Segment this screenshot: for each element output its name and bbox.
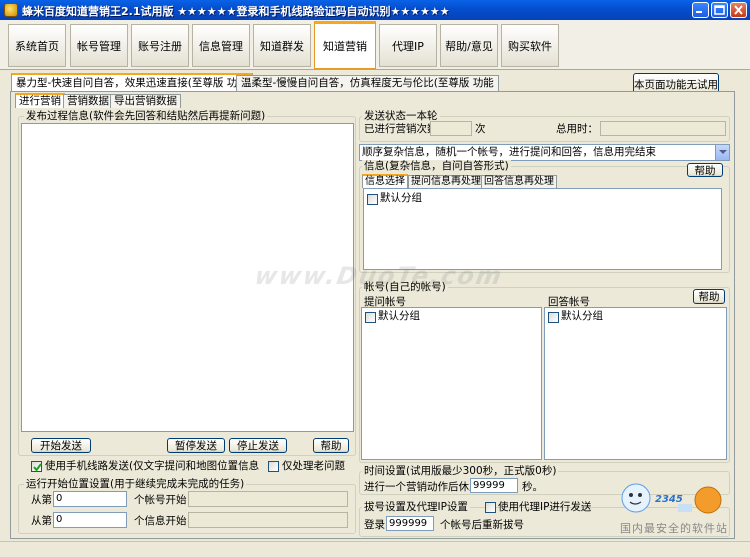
account-start-label: 个帐号开始 bbox=[134, 494, 187, 506]
tab-buy[interactable]: 购买软件 bbox=[501, 24, 559, 67]
main-tab-bar: 系统首页 帐号管理 账号注册 信息管理 知道群发 知道营销 代理IP 帮助/意见… bbox=[0, 20, 750, 70]
answer-default-group: 默认分组 bbox=[561, 310, 603, 322]
chevron-down-icon[interactable] bbox=[715, 145, 729, 160]
info-group-label: 信息(复杂信息，自问自答形式) bbox=[362, 160, 511, 172]
time-group-label: 时间设置(试用版最少300秒，正式版0秒) bbox=[362, 465, 559, 477]
left-help-button[interactable]: 帮助 bbox=[313, 438, 349, 453]
account-start-display bbox=[188, 491, 348, 507]
status-bar bbox=[0, 541, 750, 557]
info-default-checkbox[interactable] bbox=[367, 194, 378, 205]
tab-account-manage[interactable]: 帐号管理 bbox=[70, 24, 128, 67]
stop-send-button[interactable]: 停止发送 bbox=[229, 438, 287, 453]
count-unit-label: 次 bbox=[475, 123, 486, 135]
publish-process-label: 发布过程信息(软件会先回答和结贴然后再提新问题) bbox=[24, 110, 268, 122]
bottom-watermark: 国内最安全的软件站 bbox=[620, 522, 728, 535]
use-proxy-label: 使用代理IP进行发送 bbox=[498, 501, 592, 513]
ask-account-list[interactable]: 默认分组 bbox=[361, 307, 542, 460]
rest-time-label: 进行一个营销动作后休息 bbox=[364, 481, 480, 493]
start-account-input[interactable]: 0 bbox=[53, 491, 127, 507]
tab-mass-send[interactable]: 知道群发 bbox=[253, 24, 311, 67]
redial-suffix-label: 个帐号后重新拔号 bbox=[440, 519, 524, 531]
mode-select-value: 顺序复杂信息，随机一个帐号，进行提问和回答，信息用完结束 bbox=[362, 146, 656, 158]
tab-home[interactable]: 系统首页 bbox=[8, 24, 66, 67]
minimize-button[interactable] bbox=[692, 2, 709, 18]
answer-default-checkbox[interactable] bbox=[548, 312, 559, 323]
logo-text: 2345 bbox=[655, 494, 683, 505]
redial-count-input[interactable]: 999999 bbox=[386, 516, 434, 531]
rest-time-unit: 秒。 bbox=[522, 481, 543, 493]
watermark: www.DuoTe.com bbox=[252, 262, 506, 290]
info-start-label: 个信息开始 bbox=[134, 515, 187, 527]
tab-answer-process[interactable]: 回答信息再处理 bbox=[481, 175, 557, 188]
title-bar: 蜂米百度知道营销王2.1试用版 ★★★★★★登录和手机线路验证码自动识别★★★★… bbox=[0, 0, 750, 20]
login-label: 登录 bbox=[364, 519, 385, 531]
ask-default-checkbox[interactable] bbox=[365, 312, 376, 323]
send-status-label: 发送状态一本轮 bbox=[362, 110, 440, 122]
phone-line-label: 使用手机线路发送(仅文字提问和地图位置信息 bbox=[45, 460, 260, 472]
ask-default-group: 默认分组 bbox=[378, 310, 420, 322]
from-label-2: 从第 bbox=[31, 515, 52, 527]
total-time-label: 总用时： bbox=[556, 123, 598, 135]
tab-mode-aggressive[interactable]: 暴力型-快速自问自答，效果迅速直接(至尊版 功能 bbox=[11, 73, 253, 91]
tab-account-register[interactable]: 账号注册 bbox=[131, 24, 189, 67]
info-help-button[interactable]: 帮助 bbox=[687, 163, 723, 177]
maximize-button[interactable] bbox=[711, 2, 728, 18]
from-label: 从第 bbox=[31, 494, 52, 506]
tab-run-marketing[interactable]: 进行营销 bbox=[15, 93, 65, 108]
window-title: 蜂米百度知道营销王2.1试用版 ★★★★★★登录和手机线路验证码自动识别★★★★… bbox=[22, 5, 450, 18]
run-position-label: 运行开始位置设置(用于继续完成未完成的任务) bbox=[24, 478, 247, 490]
use-proxy-checkbox[interactable] bbox=[485, 502, 496, 513]
total-time-display bbox=[600, 121, 726, 136]
tab-question-process[interactable]: 提问信息再处理 bbox=[408, 175, 484, 188]
info-start-display bbox=[188, 512, 348, 528]
answer-account-list[interactable]: 默认分组 bbox=[544, 307, 727, 460]
tab-export-data[interactable]: 导出营销数据 bbox=[110, 94, 181, 108]
old-question-checkbox[interactable] bbox=[268, 461, 279, 472]
mode-select[interactable]: 顺序复杂信息，随机一个帐号，进行提问和回答，信息用完结束 bbox=[359, 144, 730, 161]
tab-help[interactable]: 帮助/意见 bbox=[440, 24, 498, 67]
tab-marketing[interactable]: 知道营销 bbox=[314, 21, 376, 69]
old-question-label: 仅处理老问题 bbox=[282, 460, 345, 472]
pause-send-button[interactable]: 暂停发送 bbox=[167, 438, 225, 453]
info-group-list[interactable]: 默认分组 bbox=[363, 188, 722, 270]
info-default-group: 默认分组 bbox=[380, 192, 422, 204]
tab-info-select[interactable]: 信息选择 bbox=[362, 174, 408, 188]
start-send-button[interactable]: 开始发送 bbox=[31, 438, 91, 453]
start-info-input[interactable]: 0 bbox=[53, 512, 127, 528]
phone-line-checkbox[interactable] bbox=[31, 461, 42, 472]
marketing-count-label: 已进行营销次数 bbox=[364, 123, 438, 135]
rest-time-input[interactable]: 99999 bbox=[470, 478, 518, 493]
marketing-count-display bbox=[430, 121, 472, 136]
dial-group-label: 拔号设置及代理IP设置 bbox=[362, 501, 470, 513]
close-button[interactable] bbox=[730, 2, 747, 18]
tab-proxy-ip[interactable]: 代理IP bbox=[379, 24, 437, 67]
app-icon bbox=[4, 3, 18, 17]
account-help-button[interactable]: 帮助 bbox=[693, 289, 725, 304]
tab-info-manage[interactable]: 信息管理 bbox=[192, 24, 250, 67]
tab-mode-gentle[interactable]: 温柔型-慢慢自问自答，仿真程度无与伦比(至尊版 功能 bbox=[236, 75, 499, 91]
tab-marketing-data[interactable]: 营销数据 bbox=[63, 94, 113, 108]
